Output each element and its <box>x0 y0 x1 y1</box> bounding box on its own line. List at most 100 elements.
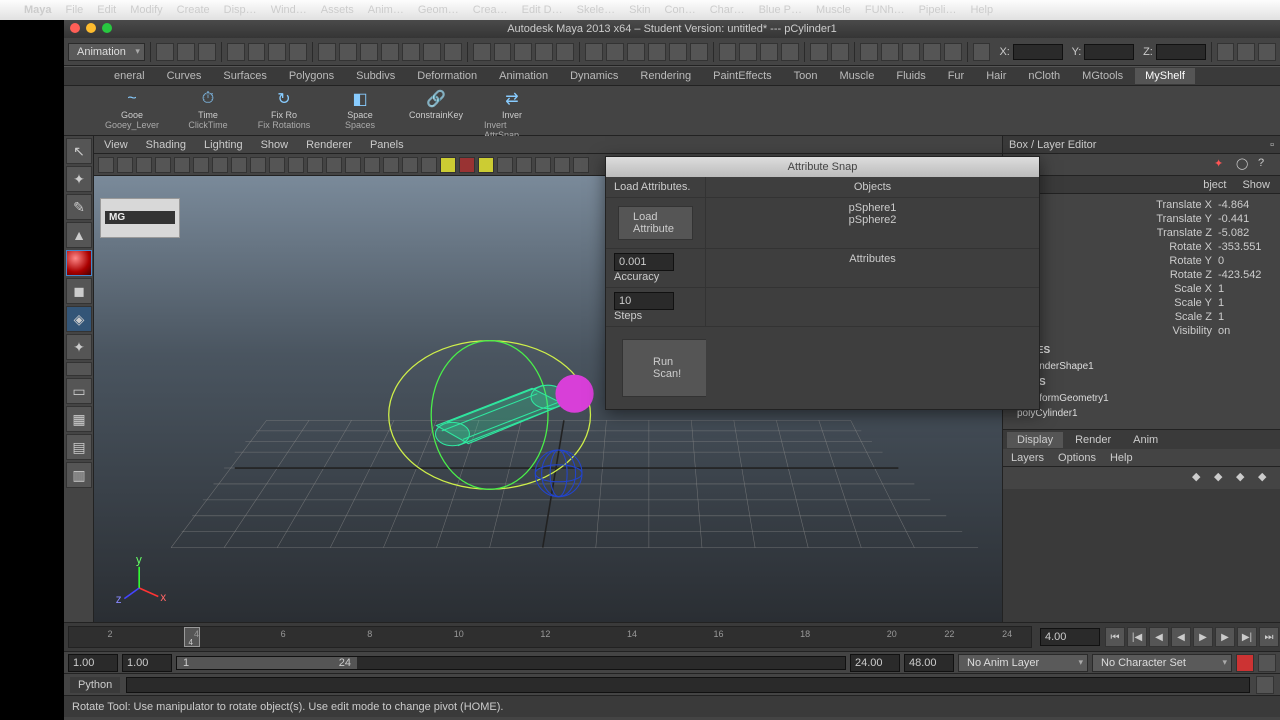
shelf-tab[interactable]: Rendering <box>630 68 701 84</box>
layout-single-icon[interactable]: ▭ <box>66 378 92 404</box>
shelf-item[interactable]: ⇄InverInvert AttrSnap <box>484 88 540 140</box>
axis-icon[interactable]: ✦ <box>1214 157 1230 173</box>
layout-persp-icon[interactable]: ▤ <box>66 434 92 460</box>
rewind-end-icon[interactable]: ⏭ <box>1259 627 1279 647</box>
vp-icon[interactable] <box>117 157 133 173</box>
shelf-tab[interactable]: Curves <box>157 68 212 84</box>
vp-icon[interactable] <box>326 157 342 173</box>
object-item[interactable]: pSphere1 <box>714 202 1031 214</box>
layer-icon[interactable]: ◆ <box>1214 470 1230 486</box>
run-scan-button[interactable]: Run Scan! <box>622 339 712 397</box>
channel-input[interactable]: 1 <box>1218 297 1266 309</box>
sphere-icon[interactable]: ◯ <box>1236 157 1252 173</box>
menu-crea[interactable]: Crea… <box>473 4 508 16</box>
menu-window[interactable]: Wind… <box>271 4 307 16</box>
menu-animate[interactable]: Anim… <box>368 4 404 16</box>
menu-edit[interactable]: Edit <box>97 4 116 16</box>
vp-menu-shading[interactable]: Shading <box>146 139 186 151</box>
time-slider[interactable]: 4 2 4 6 8 10 12 14 16 18 20 22 24 4.00 ⏮… <box>64 623 1280 651</box>
toolbar-button[interactable] <box>360 43 378 61</box>
shelf-tab[interactable]: Polygons <box>279 68 344 84</box>
prev-key-icon[interactable]: ◀ <box>1149 627 1169 647</box>
shelf-tab[interactable]: Animation <box>489 68 558 84</box>
toolbar-button[interactable] <box>923 43 941 61</box>
step-fwd-icon[interactable]: ▶| <box>1237 627 1257 647</box>
vp-icon[interactable] <box>440 157 456 173</box>
toolbar-button[interactable] <box>381 43 399 61</box>
vp-icon[interactable] <box>554 157 570 173</box>
options-menu[interactable]: Options <box>1058 452 1096 464</box>
vp-menu-lighting[interactable]: Lighting <box>204 139 243 151</box>
traffic-lights[interactable] <box>70 23 112 33</box>
toolbar-button[interactable] <box>227 43 245 61</box>
menu-pipeli[interactable]: Pipeli… <box>919 4 957 16</box>
shelf-tab[interactable]: Deformation <box>407 68 487 84</box>
close-icon[interactable]: ▫ <box>1270 139 1274 151</box>
play-fwd-icon[interactable]: ▶ <box>1193 627 1213 647</box>
vp-icon[interactable] <box>288 157 304 173</box>
shelf-item[interactable]: ◧SpaceSpaces <box>332 88 388 130</box>
universal-tool-icon[interactable]: ◈ <box>66 306 92 332</box>
vp-icon[interactable] <box>497 157 513 173</box>
toolbar-button[interactable] <box>781 43 799 61</box>
vp-icon[interactable] <box>421 157 437 173</box>
channel-input[interactable]: -423.542 <box>1218 269 1266 281</box>
vp-icon[interactable] <box>231 157 247 173</box>
toolbar-button[interactable] <box>606 43 624 61</box>
layout-outliner-icon[interactable]: ▥ <box>66 462 92 488</box>
vp-icon[interactable] <box>136 157 152 173</box>
play-back-icon[interactable]: ◀ <box>1171 627 1191 647</box>
vp-icon[interactable] <box>250 157 266 173</box>
menu-display[interactable]: Disp… <box>224 4 257 16</box>
channel-input[interactable]: 1 <box>1218 283 1266 295</box>
menu-modify[interactable]: Modify <box>130 4 162 16</box>
vp-icon[interactable] <box>535 157 551 173</box>
menu-con[interactable]: Con… <box>665 4 696 16</box>
toolbar-button[interactable] <box>473 43 491 61</box>
toolbar-button[interactable] <box>585 43 603 61</box>
help-icon[interactable]: ? <box>1258 157 1274 173</box>
toolbar-button[interactable] <box>973 43 991 61</box>
tab-display[interactable]: Display <box>1007 432 1063 448</box>
load-attribute-button[interactable]: Load Attribute <box>618 206 693 240</box>
channel-input[interactable]: on <box>1218 325 1266 337</box>
lasso-tool-icon[interactable]: ✦ <box>66 166 92 192</box>
shelf-tab[interactable]: Dynamics <box>560 68 628 84</box>
step-back-icon[interactable]: |◀ <box>1127 627 1147 647</box>
toolbar-button[interactable] <box>831 43 849 61</box>
next-key-icon[interactable]: ▶ <box>1215 627 1235 647</box>
toolbar-button[interactable] <box>444 43 462 61</box>
vp-icon[interactable] <box>459 157 475 173</box>
vp-icon[interactable] <box>98 157 114 173</box>
layer-icon[interactable]: ◆ <box>1192 470 1208 486</box>
vp-icon[interactable] <box>573 157 589 173</box>
coord-z-input[interactable] <box>1156 44 1206 60</box>
channel-input[interactable]: -4.864 <box>1218 199 1266 211</box>
toolbar-button[interactable] <box>177 43 195 61</box>
steps-input[interactable]: 10 <box>614 292 674 310</box>
toolbar-button[interactable] <box>944 43 962 61</box>
toolbar-button[interactable] <box>739 43 757 61</box>
channel-input[interactable]: 1 <box>1218 311 1266 323</box>
mgtools-badge[interactable]: MG <box>100 198 180 238</box>
input-node[interactable]: transformGeometry1 <box>1003 391 1280 406</box>
script-editor-icon[interactable] <box>1256 676 1274 694</box>
shelf-tab[interactable]: Subdivs <box>346 68 405 84</box>
menu-skin[interactable]: Skin <box>629 4 650 16</box>
shelf-tab[interactable]: Fluids <box>886 68 935 84</box>
vp-icon[interactable] <box>307 157 323 173</box>
shelf-item[interactable]: ↻Fix RoFix Rotations <box>256 88 312 130</box>
shelf-tab[interactable]: Surfaces <box>213 68 276 84</box>
layer-icon[interactable]: ◆ <box>1236 470 1252 486</box>
layers-menu[interactable]: Layers <box>1011 452 1044 464</box>
menu-geom[interactable]: Geom… <box>418 4 459 16</box>
shelf-item[interactable]: ⏱TimeClickTime <box>180 88 236 130</box>
toolbar-button[interactable] <box>198 43 216 61</box>
menu-assets[interactable]: Assets <box>321 4 354 16</box>
vp-menu-renderer[interactable]: Renderer <box>306 139 352 151</box>
shelf-tab[interactable]: MGtools <box>1072 68 1133 84</box>
toolbar-button[interactable] <box>248 43 266 61</box>
char-set-dropdown[interactable]: No Character Set <box>1092 654 1232 672</box>
play-start[interactable]: 1.00 <box>122 654 172 672</box>
menu-editd[interactable]: Edit D… <box>522 4 563 16</box>
